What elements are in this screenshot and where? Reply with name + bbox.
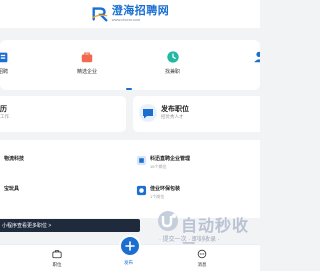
card-title: 发布职位	[161, 106, 189, 113]
company-name: 宝玩具	[4, 186, 20, 192]
bottom-tab-bar: 职位 发布 消息	[0, 235, 260, 271]
message-icon	[197, 249, 207, 259]
category-label: 找兼职	[165, 69, 181, 75]
mini-program-banner[interactable]: 小程序查看更多职位 >	[0, 219, 140, 232]
card-title: 历	[0, 106, 7, 113]
clock-icon	[166, 51, 179, 63]
company-item[interactable]: 佳业环保包装 1个岗位	[150, 185, 180, 200]
company-name: 物流科技	[4, 156, 25, 162]
company-name: 佳业环保包装	[150, 186, 181, 192]
company-job-count: 15个岗位	[150, 164, 167, 169]
logo-icon	[92, 7, 108, 22]
person-icon	[254, 51, 260, 63]
carousel-indicator	[126, 88, 132, 90]
category-label: 招聘	[0, 69, 8, 75]
category-label: 精选企业	[77, 69, 98, 75]
resume-card[interactable]: 历 工作	[0, 96, 126, 132]
watermark-logo-icon	[158, 211, 178, 231]
briefcase-icon	[52, 250, 62, 259]
card-subtitle: 招优秀人才	[161, 114, 184, 119]
logo-text: 澄海招聘网	[111, 5, 170, 17]
logo-url: www.chcrw.com	[111, 17, 141, 22]
card-subtitle: 工作	[0, 114, 9, 119]
category-part-time[interactable]: 找兼职	[165, 50, 180, 75]
tab-messages[interactable]: 消息	[197, 249, 207, 268]
company-item[interactable]: 宝玩具	[4, 185, 19, 194]
site-logo[interactable]: 澄海招聘网 www.chcrw.com	[91, 5, 170, 23]
banner-text: 小程序查看更多职位 >	[2, 223, 52, 229]
company-job-count: 1个岗位	[150, 194, 165, 199]
publish-button[interactable]	[119, 235, 141, 257]
plus-icon	[125, 241, 135, 251]
tab-label: 消息	[197, 262, 207, 267]
tab-jobs[interactable]: 职位	[52, 249, 62, 268]
company-name: 科迅直聘企业管理	[150, 156, 191, 162]
bag-icon	[81, 52, 93, 63]
category-recruit[interactable]: 招聘	[0, 50, 10, 75]
post-job-card[interactable]: 发布职位 招优秀人才	[133, 96, 260, 132]
watermark-subtitle: · 提交一次 · 即刻收录 ·	[159, 237, 220, 243]
chat-icon	[139, 104, 157, 122]
tab-label: 职位	[52, 262, 62, 267]
company-item[interactable]: 科迅直聘企业管理 15个岗位	[150, 155, 190, 170]
category-bar: 招聘 精选企业 找兼职	[0, 40, 260, 90]
category-featured-companies[interactable]: 精选企业	[77, 50, 97, 75]
publish-label: 发布	[124, 260, 133, 265]
company-logo-icon	[136, 185, 147, 196]
building-icon	[0, 52, 8, 63]
category-more[interactable]	[252, 50, 260, 68]
company-item[interactable]: 物流科技	[4, 155, 24, 164]
company-logo-icon	[136, 155, 147, 166]
app-page: 澄海招聘网 www.chcrw.com 招聘 精选企业 找兼职 历 工作 发布职…	[0, 0, 260, 271]
watermark: 自动秒收录 · 提交一次 · 即刻收录 ·	[137, 206, 260, 259]
header: 澄海招聘网 www.chcrw.com	[0, 0, 260, 28]
